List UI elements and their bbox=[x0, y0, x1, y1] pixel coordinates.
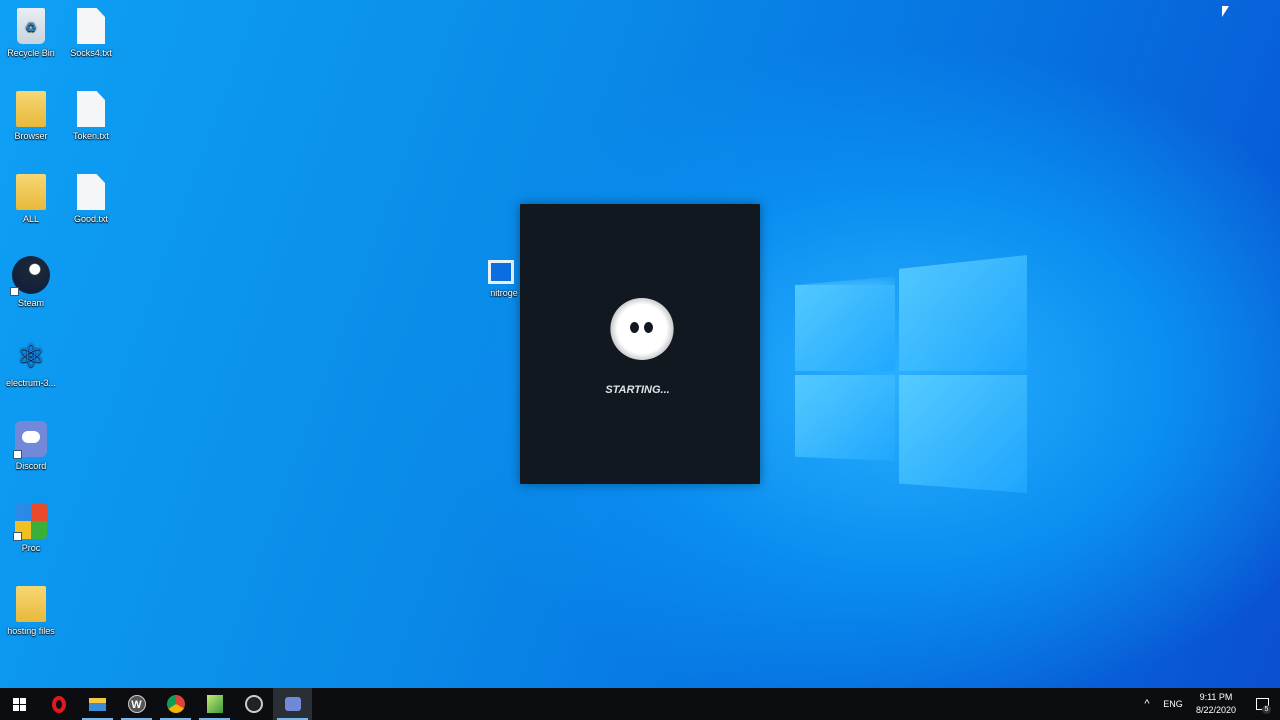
desktop-icon-discord[interactable]: Discord bbox=[0, 421, 62, 471]
desktop-icon-nitrogen[interactable]: nitroge bbox=[480, 260, 520, 298]
electrum-icon: ⚛ bbox=[16, 338, 46, 374]
icon-label: electrum-3... bbox=[5, 378, 56, 388]
splash-status: STARTING... bbox=[605, 384, 670, 396]
icon-label: Browser bbox=[14, 131, 48, 141]
desktop-icon-recycle-bin[interactable]: ♻ Recycle Bin bbox=[0, 8, 62, 58]
folder-icon bbox=[89, 697, 106, 711]
app-icon bbox=[488, 260, 514, 284]
opera-icon bbox=[51, 695, 66, 713]
wps-icon: W bbox=[127, 695, 146, 713]
start-button[interactable] bbox=[0, 688, 39, 720]
taskbar: W ^ ENG 9:11 PM 8/22/2020 5 bbox=[0, 688, 1280, 720]
icon-label: Good.txt bbox=[73, 214, 109, 224]
icon-label: hosting files bbox=[7, 626, 55, 636]
clock[interactable]: 9:11 PM 8/22/2020 bbox=[1188, 691, 1244, 717]
icon-label: Recycle Bin bbox=[7, 48, 55, 58]
icon-label: Token.txt bbox=[72, 131, 110, 141]
text-file-icon bbox=[77, 174, 105, 210]
icon-label: Socks4.txt bbox=[70, 48, 112, 58]
system-tray: ^ ENG 9:11 PM 8/22/2020 5 bbox=[1136, 688, 1280, 720]
folder-icon bbox=[16, 91, 46, 127]
desktop-icon-steam[interactable]: Steam bbox=[0, 256, 62, 308]
icon-label: nitroge bbox=[490, 288, 518, 298]
desktop-icon-hosting-files[interactable]: hosting files bbox=[0, 586, 62, 636]
process-explorer-icon bbox=[13, 503, 47, 541]
taskbar-wps[interactable]: W bbox=[117, 688, 156, 720]
folder-icon bbox=[16, 174, 46, 210]
recycle-bin-icon: ♻ bbox=[17, 8, 45, 44]
discord-icon bbox=[284, 697, 301, 711]
chrome-icon bbox=[166, 695, 185, 713]
desktop-icon-all[interactable]: ALL bbox=[0, 174, 62, 224]
icon-label: Proc bbox=[21, 543, 41, 553]
windows-icon bbox=[13, 697, 26, 711]
desktop-icon-proc[interactable]: Proc bbox=[0, 503, 62, 553]
discord-logo-icon bbox=[610, 298, 674, 360]
desktop-icon-socks4[interactable]: Socks4.txt bbox=[60, 8, 122, 58]
steam-icon bbox=[10, 256, 50, 296]
icon-label: Steam bbox=[17, 298, 44, 308]
icon-label: ALL bbox=[22, 214, 39, 224]
mouse-cursor bbox=[1222, 6, 1229, 17]
desktop-icon-token[interactable]: Token.txt bbox=[60, 91, 122, 141]
clock-time: 9:11 PM bbox=[1199, 692, 1233, 702]
icon-label: Discord bbox=[15, 461, 47, 471]
taskbar-opera[interactable] bbox=[39, 688, 78, 720]
folder-icon bbox=[16, 586, 46, 622]
taskbar-discord[interactable] bbox=[273, 688, 312, 720]
desktop-icon-good[interactable]: Good.txt bbox=[60, 174, 122, 224]
discord-icon bbox=[13, 421, 47, 459]
taskbar-chrome[interactable] bbox=[156, 688, 195, 720]
action-center-button[interactable]: 5 bbox=[1244, 688, 1280, 720]
desktop-icon-electrum[interactable]: ⚛ electrum-3... bbox=[0, 338, 62, 388]
chevron-up-icon[interactable]: ^ bbox=[1136, 698, 1158, 710]
taskbar-notepad[interactable] bbox=[195, 688, 234, 720]
windows-wallpaper-logo bbox=[795, 255, 1027, 493]
discord-splash-window: STARTING... bbox=[520, 204, 760, 484]
notification-count: 5 bbox=[1262, 705, 1271, 714]
obs-icon bbox=[244, 695, 263, 713]
taskbar-file-explorer[interactable] bbox=[78, 688, 117, 720]
language-indicator[interactable]: ENG bbox=[1158, 699, 1188, 709]
text-file-icon bbox=[77, 8, 105, 44]
taskbar-obs[interactable] bbox=[234, 688, 273, 720]
clock-date: 8/22/2020 bbox=[1195, 705, 1237, 715]
notepad-icon bbox=[206, 695, 223, 713]
text-file-icon bbox=[77, 91, 105, 127]
desktop-icon-browser[interactable]: Browser bbox=[0, 91, 62, 141]
